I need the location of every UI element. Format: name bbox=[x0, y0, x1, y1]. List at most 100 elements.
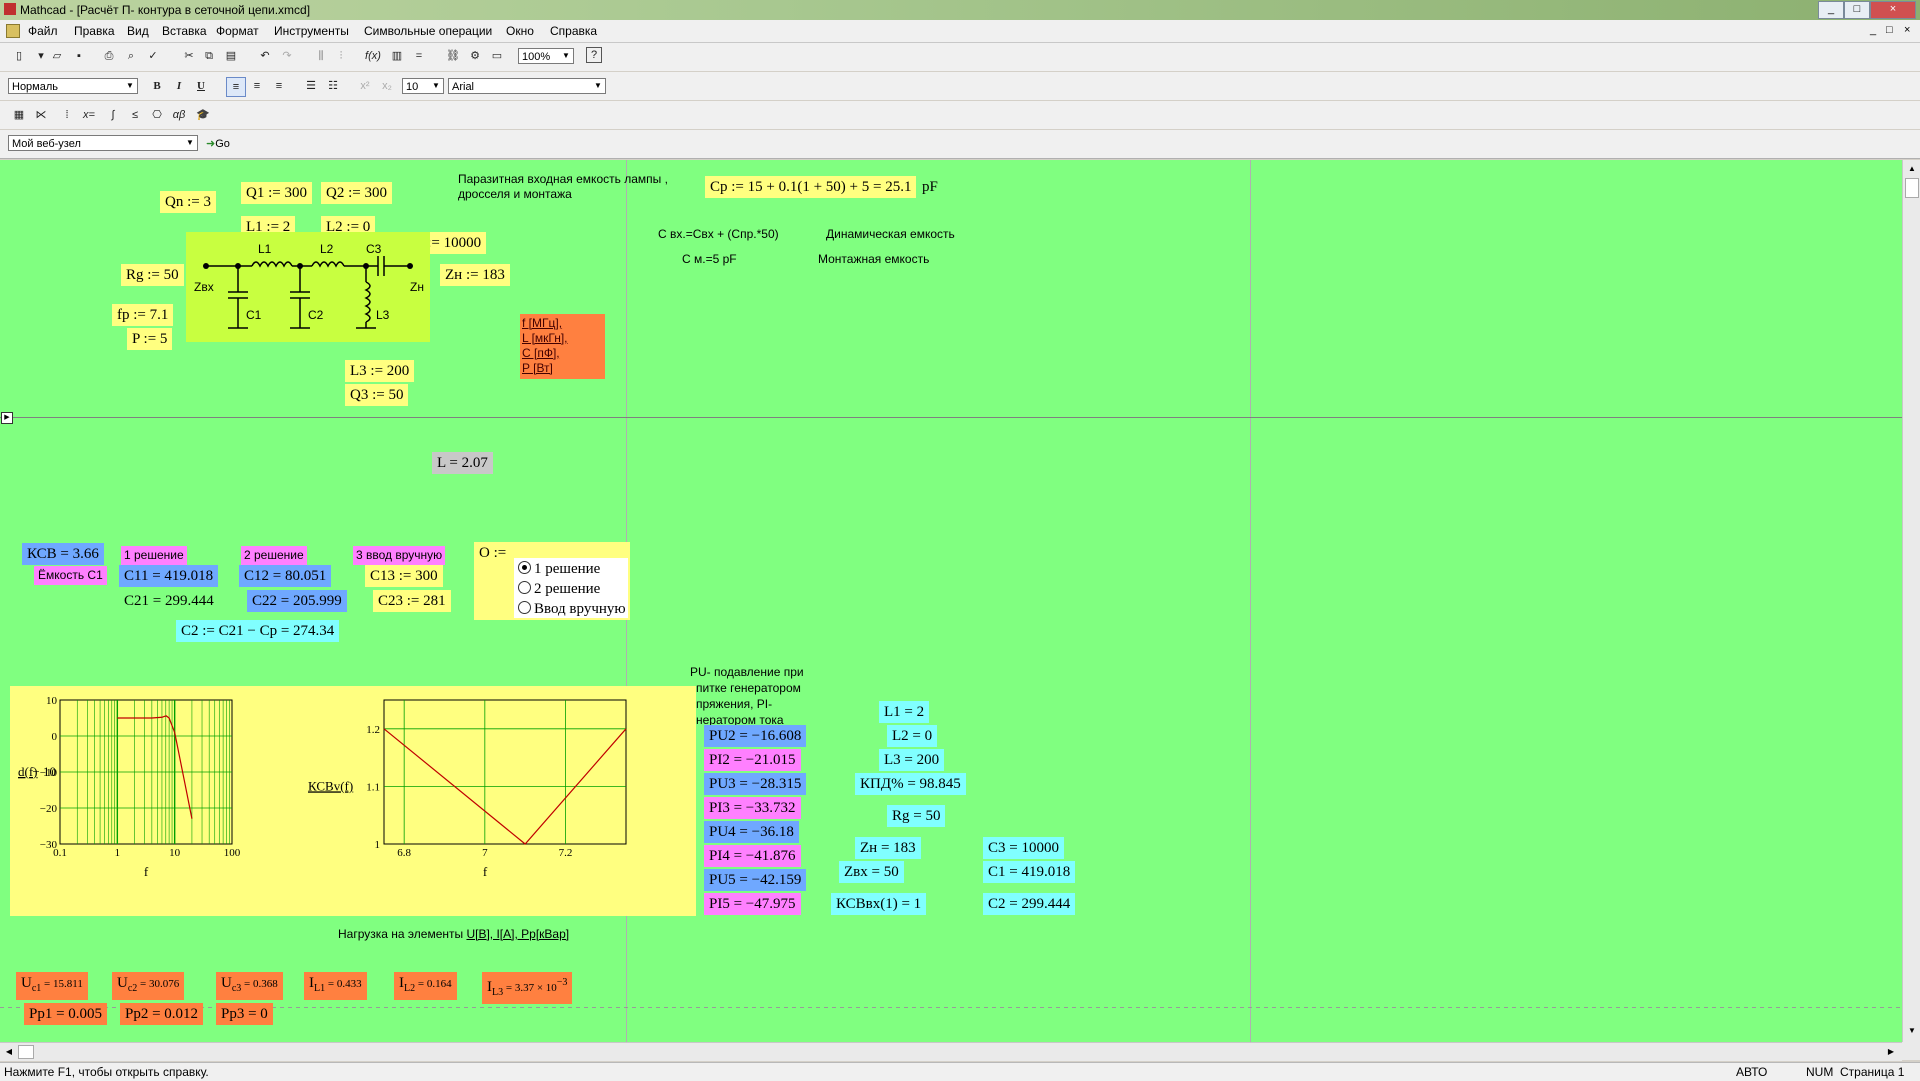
matrix-toolbar-icon[interactable]: ⁞ bbox=[58, 106, 76, 124]
horizontal-scroll-thumb[interactable] bbox=[18, 1045, 34, 1059]
print-icon[interactable]: ⎙ bbox=[100, 47, 118, 65]
run-script-icon[interactable]: ▭ bbox=[488, 47, 506, 65]
kpd-result[interactable]: КПД% = 98.845 bbox=[855, 773, 966, 795]
rg-result[interactable]: Rg = 50 bbox=[887, 805, 946, 827]
print-preview-icon[interactable]: ⌕ bbox=[122, 47, 140, 65]
c11-result[interactable]: C11 = 419.018 bbox=[119, 565, 219, 587]
il3-result[interactable]: IL3 = 3.37 × 10−3 bbox=[482, 972, 573, 1004]
style-select[interactable]: Нормаль ▼ bbox=[8, 78, 138, 94]
c22-result[interactable]: C22 = 205.999 bbox=[247, 590, 347, 612]
component-wizard-icon[interactable]: ⚙ bbox=[466, 47, 484, 65]
pu4-result[interactable]: PU4 = −36.18 bbox=[704, 821, 799, 843]
fr-definition[interactable]: fр := 7.1 bbox=[112, 304, 174, 326]
menu-format[interactable]: Формат bbox=[216, 24, 259, 38]
align-left-icon[interactable]: ≡ bbox=[226, 77, 246, 97]
qn-definition[interactable]: Qn := 3 bbox=[160, 191, 216, 213]
paste-icon[interactable]: ▤ bbox=[222, 47, 240, 65]
pu3-result[interactable]: PU3 = −28.315 bbox=[704, 773, 807, 795]
q1-definition[interactable]: Q1 := 300 bbox=[241, 182, 312, 204]
insert-function-icon[interactable]: f(x) bbox=[364, 47, 382, 65]
c2-calculation[interactable]: C2 := C21 − Cр = 274.34 bbox=[176, 620, 340, 642]
symbolic-toolbar-icon[interactable]: 🎓 bbox=[194, 106, 212, 124]
bold-button[interactable]: B bbox=[148, 77, 166, 95]
radio-solution-2[interactable]: 2 решение bbox=[518, 580, 600, 598]
p-definition[interactable]: P := 5 bbox=[127, 328, 173, 350]
zvx-result[interactable]: Zвх = 50 bbox=[839, 861, 904, 883]
l-result[interactable]: L = 2.07 bbox=[432, 452, 493, 474]
collapse-arrow-icon[interactable]: ▶ bbox=[1, 412, 13, 424]
l3-definition[interactable]: L3 := 200 bbox=[345, 360, 415, 382]
align-center-icon[interactable]: ≡ bbox=[248, 77, 266, 95]
italic-button[interactable]: I bbox=[170, 77, 188, 95]
c1-result[interactable]: C1 = 419.018 bbox=[983, 861, 1076, 883]
pi2-result[interactable]: PI2 = −21.015 bbox=[704, 749, 801, 771]
bullets-icon[interactable]: ☰ bbox=[302, 77, 320, 95]
calculator-toolbar-icon[interactable]: ▦ bbox=[10, 106, 28, 124]
scroll-down-icon[interactable]: ▼ bbox=[1905, 1024, 1919, 1038]
radio-manual[interactable]: Ввод вручную bbox=[518, 600, 626, 618]
maximize-button[interactable]: □ bbox=[1844, 1, 1870, 19]
ksv-vs-f-graph[interactable]: 6.8 7 7.2 1.2 1.1 1 f КСВv(f) bbox=[300, 686, 696, 916]
insert-hyperlink-icon[interactable]: ⛓ bbox=[444, 47, 462, 65]
pu5-result[interactable]: PU5 = −42.159 bbox=[704, 869, 807, 891]
l2-result[interactable]: L2 = 0 bbox=[887, 725, 938, 747]
zoom-select[interactable]: 100% ▼ bbox=[518, 48, 574, 64]
q3-definition[interactable]: Q3 := 50 bbox=[345, 384, 409, 406]
new-icon[interactable]: ▯ bbox=[10, 47, 28, 65]
numbering-icon[interactable]: ☷ bbox=[324, 77, 342, 95]
doc-close-button[interactable]: × bbox=[1904, 24, 1910, 36]
graph-toolbar-icon[interactable]: ⋉ bbox=[32, 106, 50, 124]
uc1-result[interactable]: Uc1 = 15.811 bbox=[16, 972, 88, 1000]
greek-toolbar-icon[interactable]: αβ bbox=[170, 106, 188, 124]
c12-result[interactable]: C12 = 80.051 bbox=[239, 565, 332, 587]
pp1-result[interactable]: Pр1 = 0.005 bbox=[24, 1003, 108, 1025]
menu-help[interactable]: Справка bbox=[550, 24, 597, 38]
menu-file[interactable]: Файл bbox=[28, 24, 58, 38]
menu-window[interactable]: Окно bbox=[506, 24, 534, 38]
q2-definition[interactable]: Q2 := 300 bbox=[321, 182, 392, 204]
vertical-scroll-thumb[interactable] bbox=[1905, 178, 1919, 198]
save-icon[interactable]: ▪ bbox=[70, 47, 88, 65]
calculus-toolbar-icon[interactable]: ∫ bbox=[104, 106, 122, 124]
go-button[interactable]: ➜Go bbox=[206, 137, 230, 150]
cp-expression[interactable]: Cр := 15 + 0.1(1 + 50) + 5 = 25.1 bbox=[705, 176, 917, 198]
vertical-scrollbar[interactable]: ▲ ▼ bbox=[1902, 160, 1920, 1042]
redo-icon[interactable]: ↷ bbox=[278, 47, 296, 65]
pi3-result[interactable]: PI3 = −33.732 bbox=[704, 797, 801, 819]
doc-restore-button[interactable]: □ bbox=[1886, 24, 1893, 36]
open-icon[interactable]: ▱ bbox=[48, 47, 66, 65]
il1-result[interactable]: IL1 = 0.433 bbox=[304, 972, 367, 1000]
document-icon[interactable] bbox=[6, 24, 20, 38]
c21-result[interactable]: C21 = 299.444 bbox=[119, 590, 219, 612]
menu-insert[interactable]: Вставка bbox=[162, 24, 207, 38]
boolean-toolbar-icon[interactable]: ≤ bbox=[126, 106, 144, 124]
pi4-result[interactable]: PI4 = −41.876 bbox=[704, 845, 801, 867]
zn-definition[interactable]: Zн := 183 bbox=[440, 264, 510, 286]
uc2-result[interactable]: Uc2 = 30.076 bbox=[112, 972, 185, 1000]
pp3-result[interactable]: Pр3 = 0 bbox=[216, 1003, 273, 1025]
scroll-up-icon[interactable]: ▲ bbox=[1905, 162, 1919, 176]
align-right-icon[interactable]: ≡ bbox=[270, 77, 288, 95]
pu2-result[interactable]: PU2 = −16.608 bbox=[704, 725, 807, 747]
evaluation-toolbar-icon[interactable]: x= bbox=[80, 106, 98, 124]
ksv-result[interactable]: КСВ = 3.66 bbox=[22, 543, 104, 565]
zn-result[interactable]: Zн = 183 bbox=[855, 837, 921, 859]
doc-minimize-button[interactable]: _ bbox=[1870, 24, 1876, 36]
subscript-icon[interactable]: x₂ bbox=[378, 77, 396, 95]
radio-solution-1[interactable]: 1 решение bbox=[518, 560, 600, 578]
align-across-icon[interactable]: ⫼ bbox=[312, 47, 330, 65]
help-icon[interactable]: ? bbox=[586, 47, 602, 63]
rg-definition[interactable]: Rg := 50 bbox=[121, 264, 184, 286]
pi5-result[interactable]: PI5 = −47.975 bbox=[704, 893, 801, 915]
minimize-button[interactable]: _ bbox=[1818, 1, 1844, 19]
pp2-result[interactable]: Pр2 = 0.012 bbox=[120, 1003, 204, 1025]
font-size-select[interactable]: 10 ▼ bbox=[402, 78, 444, 94]
uc3-result[interactable]: Uc3 = 0.368 bbox=[216, 972, 283, 1000]
ksvvx-result[interactable]: КСВвх(1) = 1 bbox=[831, 893, 927, 915]
cut-icon[interactable]: ✂ bbox=[180, 47, 198, 65]
l3-result[interactable]: L3 = 200 bbox=[879, 749, 945, 771]
spell-check-icon[interactable]: ✓ bbox=[144, 47, 162, 65]
undo-icon[interactable]: ↶ bbox=[256, 47, 274, 65]
copy-icon[interactable]: ⧉ bbox=[200, 47, 218, 65]
l1-result[interactable]: L1 = 2 bbox=[879, 701, 930, 723]
